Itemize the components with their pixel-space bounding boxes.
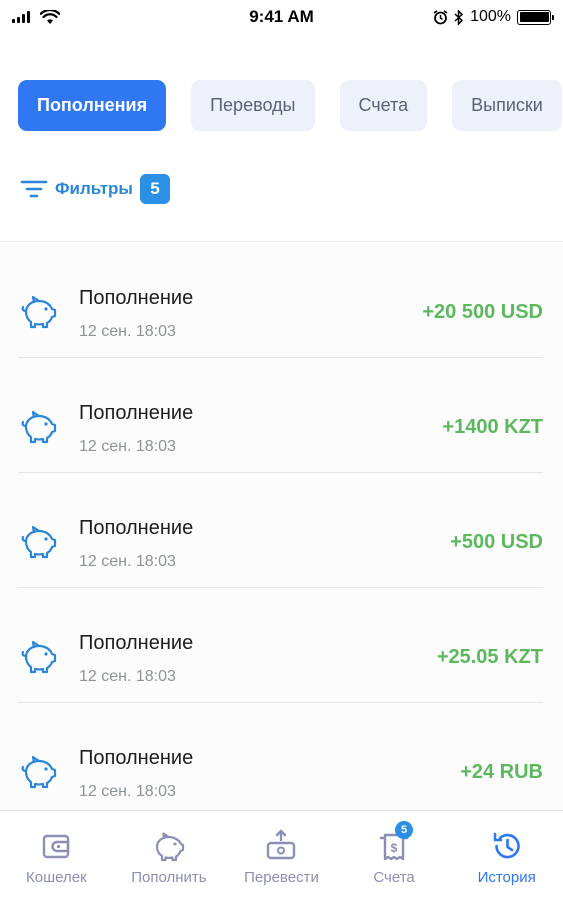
nav-label: Перевести	[244, 869, 319, 886]
list-item[interactable]: Пополнение 12 сен. 18:03 +500 USD	[0, 473, 563, 588]
nav-top-up[interactable]: Пополнить	[113, 811, 226, 900]
cellular-signal-icon	[12, 11, 30, 23]
tab-deposits[interactable]: Пополнения	[18, 80, 167, 131]
wallet-icon	[43, 834, 70, 859]
bluetooth-icon	[454, 9, 464, 25]
transaction-date: 12 сен. 18:03	[79, 438, 176, 455]
tab-transfers[interactable]: Переводы	[191, 80, 315, 131]
transaction-title: Пополнение	[79, 517, 194, 539]
transaction-title: Пополнение	[79, 287, 194, 309]
nav-label: Пополнить	[131, 869, 207, 886]
transaction-title: Пополнение	[79, 402, 194, 424]
filters-label: Фильтры	[55, 179, 133, 198]
list-item[interactable]: Пополнение 12 сен. 18:03 +20 500 USD	[0, 243, 563, 358]
piggy-bank-icon	[21, 525, 57, 559]
nav-label: История	[477, 869, 536, 886]
transaction-amount: +25.05 KZT	[436, 646, 543, 668]
status-right: 100%	[401, 8, 554, 26]
transaction-list: Пополнение 12 сен. 18:03 +20 500 USD Поп…	[0, 243, 563, 810]
transaction-date: 12 сен. 18:03	[79, 668, 176, 685]
filters-count-badge: 5	[139, 174, 170, 204]
svg-text:$: $	[391, 841, 398, 855]
battery-icon	[517, 9, 554, 25]
status-bar: 9:41 AM 100%	[0, 0, 563, 34]
tab-statements[interactable]: Выписки	[452, 80, 562, 131]
list-item[interactable]: Пополнение 12 сен. 18:03 +1400 KZT	[0, 358, 563, 473]
list-item[interactable]: Пополнение 12 сен. 18:03 +25.05 KZT	[0, 588, 563, 703]
piggy-bank-icon	[21, 755, 57, 789]
piggy-bank-icon	[21, 295, 57, 329]
transaction-date: 12 сен. 18:03	[79, 783, 176, 800]
nav-invoices[interactable]: $ 5 Счета	[338, 811, 451, 900]
tab-invoices[interactable]: Счета	[339, 80, 428, 131]
transfer-icon	[267, 829, 296, 860]
nav-history[interactable]: История	[450, 811, 563, 900]
transaction-amount: +20 500 USD	[422, 301, 543, 323]
nav-wallet[interactable]: Кошелек	[0, 811, 113, 900]
nav-label: Счета	[373, 869, 415, 886]
piggy-bank-icon	[21, 640, 57, 674]
status-time: 9:41 AM	[249, 7, 314, 26]
alarm-icon	[433, 9, 448, 24]
transaction-title: Пополнение	[79, 632, 194, 654]
transaction-title: Пополнение	[79, 747, 194, 769]
piggy-bank-icon	[155, 832, 184, 862]
status-left	[12, 9, 162, 25]
battery-percent: 100%	[470, 8, 511, 25]
bottom-nav: Кошелек Пополнить Перевести $ 5 Счета Ис…	[0, 810, 563, 900]
transaction-date: 12 сен. 18:03	[79, 323, 176, 340]
invoice-icon-wrapper: $ 5	[377, 821, 414, 863]
transaction-amount: +24 RUB	[460, 761, 543, 783]
category-tabs: Пополнения Переводы Счета Выписки	[18, 80, 562, 131]
transaction-amount: +500 USD	[450, 531, 543, 553]
header: Пополнения Переводы Счета Выписки Фильтр…	[0, 34, 563, 242]
list-item[interactable]: Пополнение 12 сен. 18:03 +24 RUB	[0, 703, 563, 810]
nav-transfer[interactable]: Перевести	[225, 811, 338, 900]
nav-label: Кошелек	[25, 869, 87, 886]
invoices-count-badge: 5	[395, 821, 414, 839]
filter-icon	[20, 180, 48, 198]
transaction-amount: +1400 KZT	[442, 416, 543, 438]
transaction-date: 12 сен. 18:03	[79, 553, 176, 570]
filters-button[interactable]: Фильтры 5	[20, 174, 170, 204]
piggy-bank-icon	[21, 410, 57, 444]
wifi-icon	[40, 9, 60, 24]
history-icon	[493, 832, 520, 859]
